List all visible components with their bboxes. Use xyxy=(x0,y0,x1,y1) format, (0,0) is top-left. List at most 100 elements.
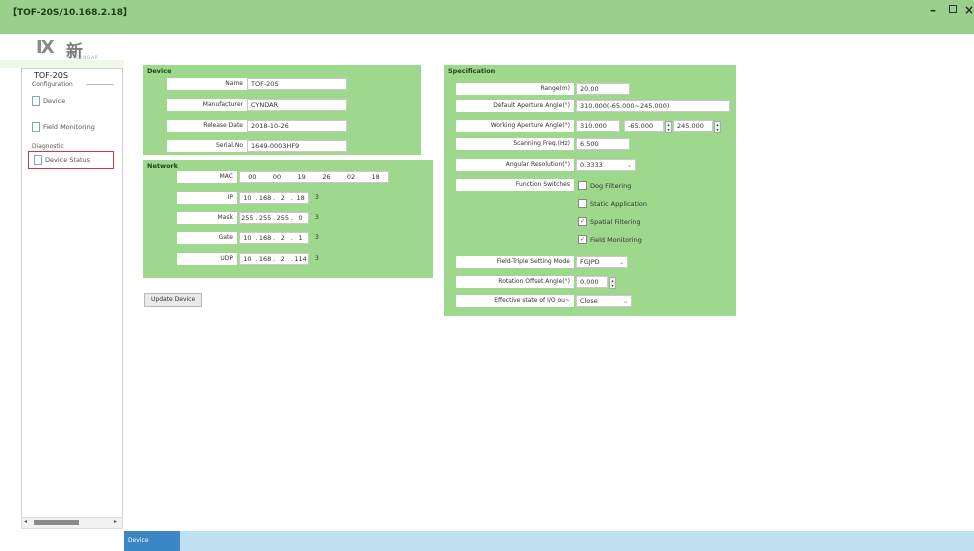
scanning-freq-field[interactable]: 6.500 xyxy=(576,138,630,150)
manufacturer-label: Manufacturer xyxy=(167,99,247,111)
network-panel: Network MAC 00 00 19 26 02 18 IP 10. 168… xyxy=(143,160,433,278)
mac-octet: 18 xyxy=(371,173,380,181)
static-application-checkbox[interactable]: Static Application xyxy=(578,199,647,208)
device-panel: Device Name TOF-20S Manufacturer CYNDAR … xyxy=(143,65,421,155)
logo-mark-icon: IX xyxy=(36,37,55,58)
default-aperture-field[interactable]: 310.000(-65.000~245.000) xyxy=(576,100,730,112)
working-aperture-from-field[interactable]: -65.000 xyxy=(624,120,664,132)
angular-resolution-label: Angular Resolution(°) xyxy=(456,159,574,171)
manufacturer-field[interactable]: CYNDAR xyxy=(247,99,347,111)
mac-field[interactable]: 00 00 19 26 02 18 xyxy=(239,171,389,183)
specification-panel: Specification Range(m) 20.00 Default Ape… xyxy=(444,65,736,316)
ip-label: IP xyxy=(177,192,237,204)
field-triple-mode-label: Field-Triple Setting Mode xyxy=(456,256,574,268)
field-monitoring-checkbox[interactable]: ✓ Field Monitoring xyxy=(578,235,642,244)
release-date-label: Release Date xyxy=(167,120,247,132)
angular-resolution-value: 0.3333 xyxy=(580,161,603,169)
spatial-filtering-checkbox[interactable]: ✓ Spatial Filtering xyxy=(578,217,641,226)
rotation-offset-label: Rotation Offset Angle(°) xyxy=(456,276,574,288)
to-spinner-icon[interactable]: ▴ ▾ xyxy=(714,121,721,133)
udp-suffix: 3 xyxy=(315,255,319,262)
tree-item-device[interactable]: Device xyxy=(32,96,65,106)
scrollbar-thumb[interactable] xyxy=(34,520,79,525)
scroll-right-icon[interactable]: ▸ xyxy=(114,518,117,525)
tree-group-diagnostic[interactable]: Diagnostic xyxy=(32,143,64,150)
checkbox-label: Field Monitoring xyxy=(590,235,642,244)
checkbox-icon xyxy=(578,181,587,190)
ip-field[interactable]: 10. 168. 2. 18 xyxy=(239,192,309,204)
gate-octet: 1 xyxy=(298,234,303,242)
mask-octet: 255 xyxy=(276,214,290,222)
chevron-down-icon: ⌄ xyxy=(618,259,624,266)
scanning-freq-label: Scanning Freq.(Hz) xyxy=(456,138,574,150)
udp-field[interactable]: 10. 168. 2. 114 xyxy=(239,253,309,265)
mask-label: Mask xyxy=(177,212,237,224)
mask-octet: 255 xyxy=(241,214,254,222)
checkbox-label: Spatial Filtering xyxy=(590,217,641,226)
angular-resolution-select[interactable]: 0.3333 ⌄ xyxy=(576,159,636,171)
serial-no-label: Serial.No xyxy=(167,140,247,152)
checkbox-label: Static Application xyxy=(590,199,647,208)
gate-suffix: 3 xyxy=(315,234,319,241)
mac-octet: 00 xyxy=(248,173,257,181)
mac-label: MAC xyxy=(177,171,237,183)
title-bar: 【TOF-20S/10.168.2.18】 – × xyxy=(0,0,974,34)
tree-connector xyxy=(86,84,114,85)
mask-field[interactable]: 255. 255. 255. 0 xyxy=(239,212,309,224)
working-aperture-field[interactable]: 310.000 xyxy=(576,120,620,132)
sidebar-horizontal-scrollbar[interactable]: ◂ ▸ xyxy=(21,517,123,529)
field-triple-mode-select[interactable]: FGJPD ⌄ xyxy=(576,256,628,268)
close-button[interactable]: × xyxy=(964,4,974,16)
status-bar: Device xyxy=(124,531,974,551)
range-field[interactable]: 20.00 xyxy=(576,83,630,95)
ip-octet: 18 xyxy=(296,194,305,202)
mac-octet: 00 xyxy=(272,173,282,181)
tab-device[interactable]: Device xyxy=(124,531,180,551)
mask-octet: 255 xyxy=(258,214,272,222)
tree-item-device-status[interactable]: Device Status xyxy=(28,151,114,169)
working-aperture-label: Working Aperture Angle(°) xyxy=(456,120,574,132)
ip-octet: 168 xyxy=(258,194,272,202)
specification-panel-title: Specification xyxy=(448,67,496,75)
document-icon xyxy=(32,96,40,106)
maximize-button[interactable] xyxy=(949,5,957,13)
ip-octet: 10 xyxy=(243,194,252,202)
mac-octet: 26 xyxy=(322,173,331,181)
ip-suffix: 3 xyxy=(315,194,319,201)
update-device-button[interactable]: Update Device xyxy=(144,293,203,307)
tree-item-label: Device Status xyxy=(45,156,91,164)
dog-filtering-checkbox[interactable]: Dog Filtering xyxy=(578,181,631,190)
release-date-field[interactable]: 2018-10-26 xyxy=(247,120,347,132)
io-effective-state-select[interactable]: Close ⌄ xyxy=(576,295,632,307)
tree-item-field-monitoring[interactable]: Field Monitoring xyxy=(32,122,95,132)
range-label: Range(m) xyxy=(456,83,574,95)
working-aperture-to-field[interactable]: 245.000 xyxy=(673,120,713,132)
tree-item-label: Field Monitoring xyxy=(43,123,95,131)
name-field[interactable]: TOF-20S xyxy=(247,78,347,90)
checkbox-label: Dog Filtering xyxy=(590,181,632,190)
offset-spinner-icon[interactable]: ▴ ▾ xyxy=(609,277,616,289)
from-spinner-icon[interactable]: ▴ ▾ xyxy=(665,121,672,133)
mac-octet: 19 xyxy=(297,173,306,181)
udp-label: UDP xyxy=(177,253,237,265)
gate-field[interactable]: 10. 168. 2. 1 xyxy=(239,232,309,244)
checkbox-icon xyxy=(578,199,587,208)
chevron-down-icon: ⌄ xyxy=(622,298,628,305)
document-icon xyxy=(34,155,42,165)
tree-item-label: Device xyxy=(43,97,66,105)
checkmark-icon: ✓ xyxy=(578,235,587,244)
name-label: Name xyxy=(167,78,247,90)
mask-suffix: 3 xyxy=(315,214,319,221)
minimize-button[interactable]: – xyxy=(930,4,936,16)
io-effective-state-label: Effective state of I/O ou~ xyxy=(456,295,574,307)
main-content: Device Name TOF-20S Manufacturer CYNDAR … xyxy=(124,48,974,533)
mask-octet: 0 xyxy=(298,214,303,222)
udp-octet: 2 xyxy=(280,255,285,263)
function-switches-label: Function Switches xyxy=(456,179,574,191)
scroll-left-icon[interactable]: ◂ xyxy=(24,518,27,525)
default-aperture-label: Default Aperture Angle(°) xyxy=(456,100,574,112)
tree-group-configuration[interactable]: Configuration xyxy=(32,81,73,88)
tree-root-device[interactable]: TOF-20S xyxy=(34,71,68,80)
rotation-offset-field[interactable]: 0.000 xyxy=(576,276,608,288)
serial-no-field[interactable]: 1649-0003HF9 xyxy=(247,140,347,152)
